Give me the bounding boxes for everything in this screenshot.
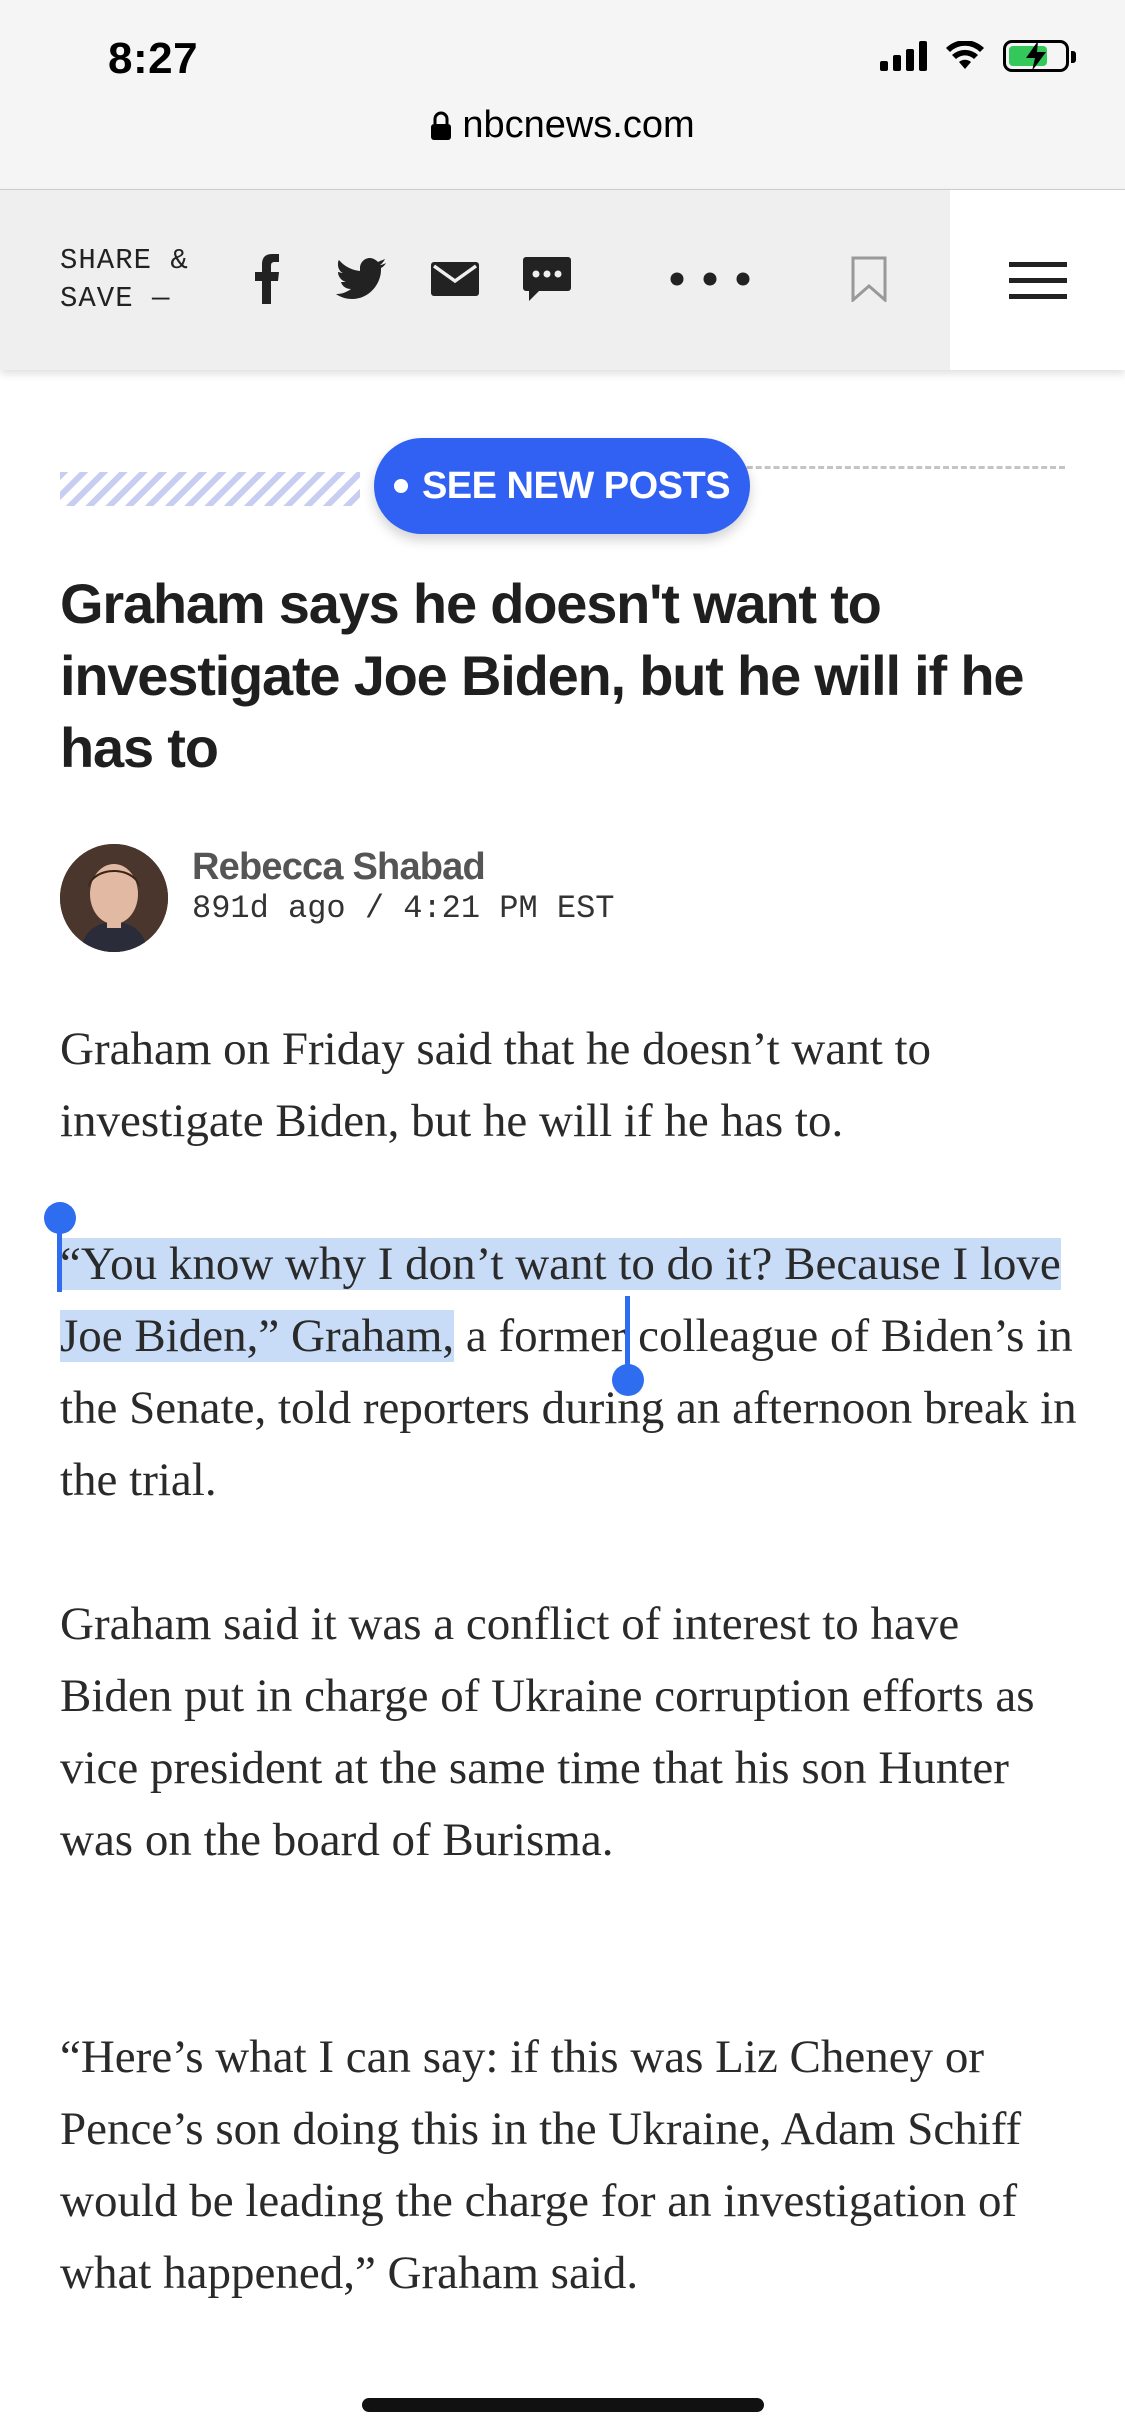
home-indicator[interactable] <box>362 2398 764 2412</box>
wifi-icon <box>946 41 984 69</box>
author-name[interactable]: Rebecca Shabad <box>192 846 486 889</box>
bookmark-icon[interactable] <box>840 250 898 308</box>
divider-hatch <box>60 472 360 506</box>
more-icon[interactable] <box>670 250 750 308</box>
email-icon[interactable] <box>426 250 484 308</box>
body-paragraph: Graham on Friday said that he doesn’t wa… <box>60 1023 932 1147</box>
sms-icon[interactable] <box>518 250 576 308</box>
see-new-posts-button[interactable]: SEE NEW POSTS <box>374 438 750 534</box>
body-paragraph: “Here’s what I can say: if this was Liz … <box>60 2031 1022 2299</box>
address-bar[interactable]: nbcnews.com <box>0 104 1125 147</box>
body-paragraph: Graham said it was a conflict of interes… <box>60 1598 1035 1866</box>
see-new-posts-label: SEE NEW POSTS <box>421 464 731 507</box>
author-avatar[interactable] <box>60 844 168 952</box>
live-dot-icon <box>393 479 408 493</box>
divider-dashed <box>720 466 1065 469</box>
post-timestamp: 891d ago / 4:21 PM EST <box>192 890 615 927</box>
selection-start-knob[interactable] <box>44 1202 76 1234</box>
selection-end-knob[interactable] <box>612 1364 644 1396</box>
body-paragraph-quote: “You know why I don’t want to do it? Bec… <box>60 1228 1080 1516</box>
battery-icon <box>1003 40 1076 72</box>
url-text: nbcnews.com <box>462 104 695 146</box>
lock-icon <box>431 111 452 140</box>
share-save-label: SHARE & SAVE — <box>60 244 189 315</box>
share-bar: SHARE & SAVE — <box>0 190 1125 370</box>
menu-icon <box>1008 251 1067 310</box>
article-headline: Graham says he doesn't want to investiga… <box>60 572 1024 779</box>
menu-button[interactable] <box>950 190 1125 370</box>
cellular-signal-icon <box>880 41 927 71</box>
status-time: 8:27 <box>108 34 199 83</box>
status-icons <box>880 40 1076 72</box>
twitter-icon[interactable] <box>332 250 390 308</box>
facebook-icon[interactable] <box>238 250 296 308</box>
browser-status-bar: 8:27 nbcnews.com <box>0 0 1125 190</box>
